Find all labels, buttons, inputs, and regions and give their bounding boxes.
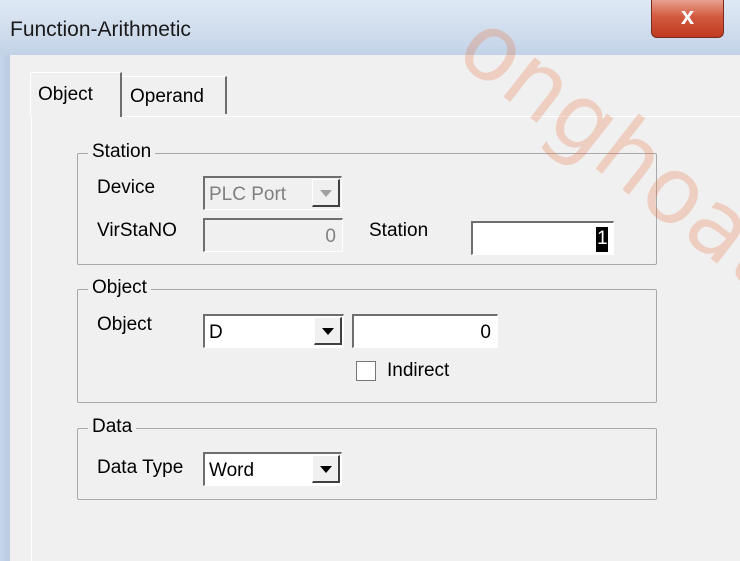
tab-operand-label: Operand bbox=[130, 86, 204, 107]
device-select: PLC Port bbox=[203, 176, 342, 210]
object-type-value: D bbox=[209, 322, 223, 343]
virstano-label: VirStaNO bbox=[97, 220, 177, 241]
tab-object[interactable]: Object bbox=[30, 72, 122, 117]
object-address-field[interactable]: 0 bbox=[352, 314, 498, 348]
chevron-down-icon bbox=[320, 190, 332, 197]
virstano-value: 0 bbox=[325, 226, 336, 247]
station-label: Station bbox=[369, 220, 429, 241]
dialog-window: Function-Arithmetic x Object Operand Sta… bbox=[0, 0, 740, 561]
object-group-title: Object bbox=[88, 277, 151, 299]
data-type-select[interactable]: Word bbox=[203, 452, 342, 486]
station-group-title: Station bbox=[88, 141, 156, 163]
indirect-label: Indirect bbox=[387, 360, 450, 381]
object-type-dropdown-button[interactable] bbox=[314, 317, 342, 345]
title-bar[interactable]: Function-Arithmetic bbox=[0, 0, 740, 55]
tab-operand[interactable]: Operand bbox=[122, 76, 227, 114]
window-frame bbox=[0, 55, 10, 561]
device-dropdown-button bbox=[312, 179, 340, 207]
data-type-dropdown-button[interactable] bbox=[312, 455, 340, 483]
data-type-value: Word bbox=[209, 460, 255, 481]
chevron-down-icon bbox=[322, 328, 334, 335]
virstano-field: 0 bbox=[203, 218, 343, 252]
device-select-value: PLC Port bbox=[209, 184, 287, 205]
tab-object-label: Object bbox=[38, 84, 93, 105]
object-label: Object bbox=[97, 314, 152, 335]
indirect-checkbox[interactable] bbox=[356, 361, 376, 381]
device-label: Device bbox=[97, 177, 156, 198]
close-icon: x bbox=[680, 3, 695, 30]
object-type-select[interactable]: D bbox=[203, 314, 344, 348]
object-address-value: 0 bbox=[480, 322, 491, 343]
station-field[interactable]: 1 bbox=[471, 221, 614, 255]
station-value: 1 bbox=[597, 228, 608, 249]
window-title: Function-Arithmetic bbox=[10, 18, 191, 41]
chevron-down-icon bbox=[320, 466, 332, 473]
data-group-title: Data bbox=[88, 416, 137, 438]
station-value-selection: 1 bbox=[596, 227, 608, 252]
close-button[interactable]: x bbox=[651, 0, 724, 38]
data-type-label: Data Type bbox=[97, 457, 184, 478]
